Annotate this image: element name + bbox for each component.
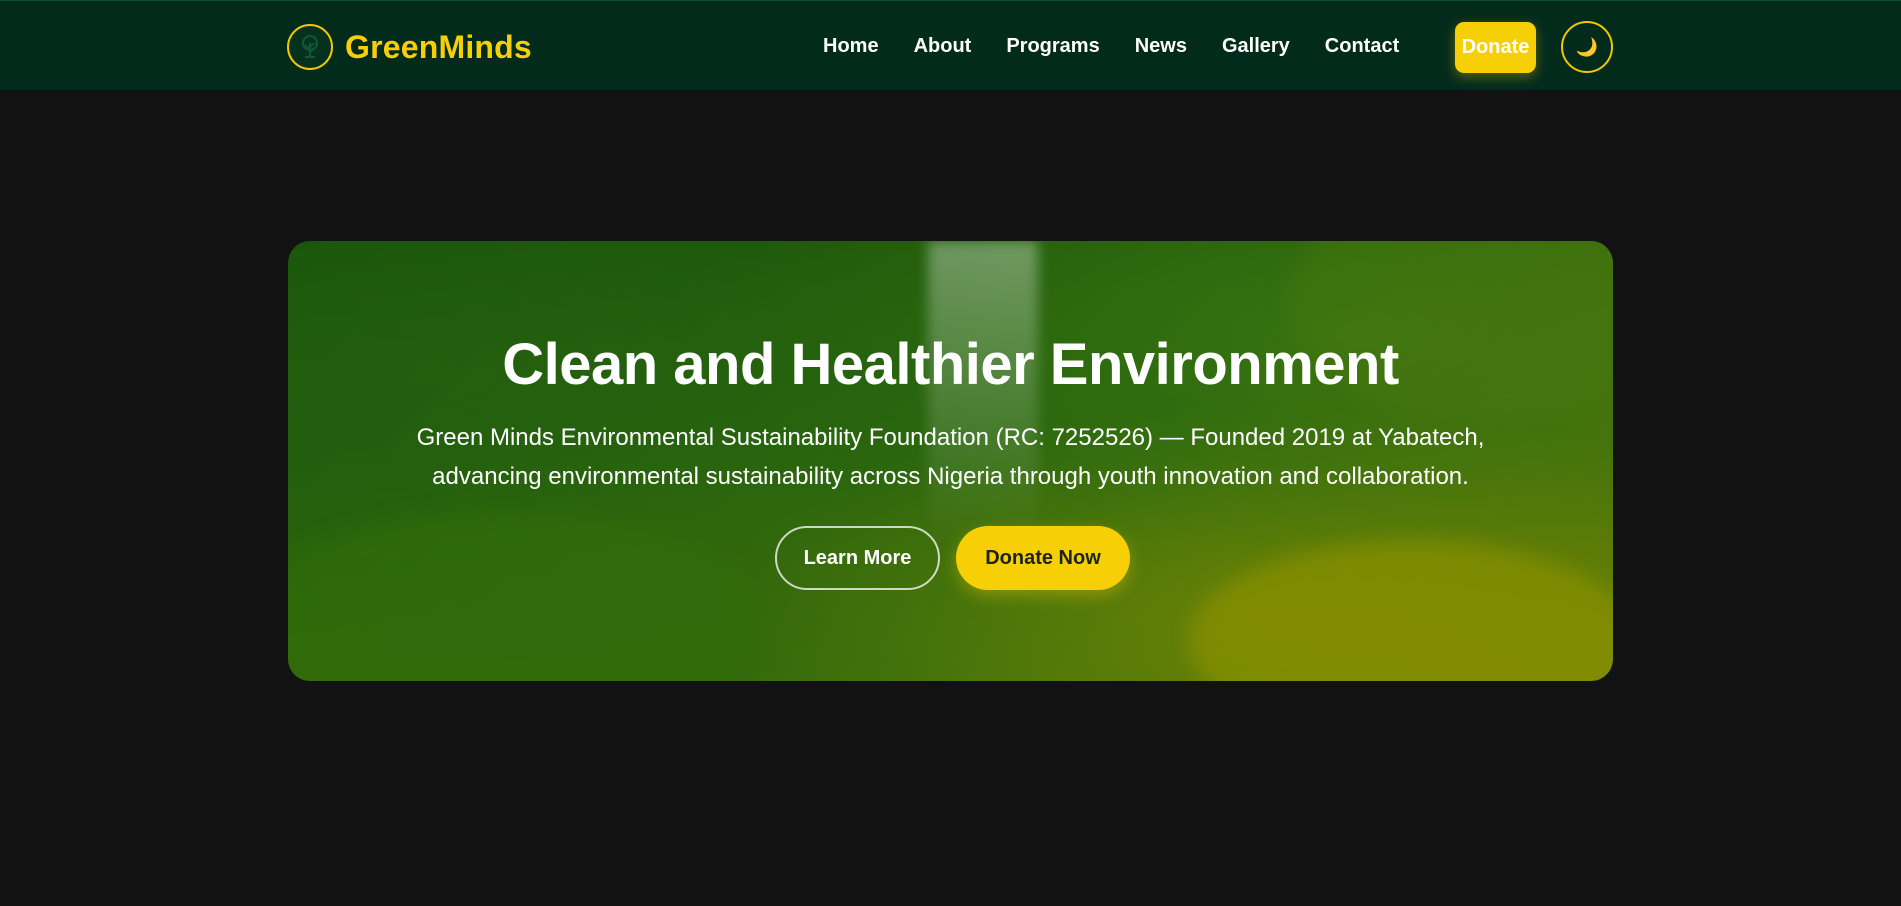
nav-about[interactable]: About xyxy=(914,35,972,58)
top-navbar: GreenMinds Home About Programs News Gall… xyxy=(0,0,1901,90)
brand-logo-link[interactable]: GreenMinds xyxy=(287,24,532,70)
donate-now-button[interactable]: Donate Now xyxy=(956,526,1130,590)
hero-title: Clean and Healthier Environment xyxy=(502,332,1399,397)
learn-more-button[interactable]: Learn More xyxy=(775,526,940,590)
nav-home[interactable]: Home xyxy=(823,35,879,58)
moon-icon: 🌙 xyxy=(1575,36,1599,57)
theme-toggle-button[interactable]: 🌙 xyxy=(1561,21,1613,73)
hero-banner: Clean and Healthier Environment Green Mi… xyxy=(288,241,1613,681)
hero-description-line: Green Minds Environmental Sustainability… xyxy=(416,424,1485,451)
nav-contact[interactable]: Contact xyxy=(1325,35,1399,58)
main-nav: Home About Programs News Gallery Contact xyxy=(823,1,1399,91)
brand-name: GreenMinds xyxy=(345,28,532,65)
nav-programs[interactable]: Programs xyxy=(1006,35,1099,58)
hero-description-line: advancing environmental sustainability a… xyxy=(432,463,1469,490)
tree-icon xyxy=(287,24,333,70)
hero-description: Green Minds Environmental Sustainability… xyxy=(348,418,1553,496)
hero-actions: Learn More Donate Now xyxy=(288,526,1613,590)
hero-content: Clean and Healthier Environment Green Mi… xyxy=(288,241,1613,681)
nav-news[interactable]: News xyxy=(1135,35,1187,58)
donate-button[interactable]: Donate xyxy=(1455,22,1536,73)
nav-gallery[interactable]: Gallery xyxy=(1222,35,1290,58)
